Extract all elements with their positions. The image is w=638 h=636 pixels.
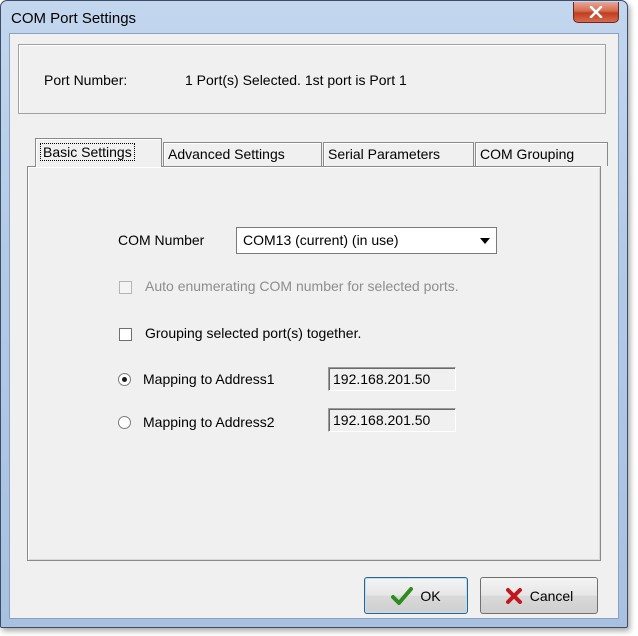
tab-serial-parameters[interactable]: Serial Parameters [323,142,474,166]
grouping-checkbox[interactable] [119,328,132,341]
port-number-label: Port Number: [44,72,128,88]
tab-basic-settings[interactable]: Basic Settings [35,138,162,167]
cancel-button[interactable]: Cancel [480,577,598,614]
port-number-value: 1 Port(s) Selected. 1st port is Port 1 [185,72,407,88]
basic-settings-panel [27,166,601,561]
com-number-label: COM Number [118,232,205,248]
tab-label: COM Grouping [480,146,575,162]
grouping-label: Grouping selected port(s) together. [145,325,362,341]
close-x-icon [589,6,603,18]
tab-advanced-settings[interactable]: Advanced Settings [163,142,322,166]
ok-button[interactable]: OK [364,577,468,614]
auto-enumerate-label: Auto enumerating COM number for selected… [145,278,459,294]
tab-label: Advanced Settings [168,146,285,162]
mapping-address2-label: Mapping to Address2 [143,414,275,430]
auto-enumerate-checkbox[interactable] [119,281,132,294]
tab-com-grouping[interactable]: COM Grouping [475,142,608,166]
close-button[interactable] [573,2,619,23]
mapping-address2-radio[interactable] [118,416,131,429]
radio-selected-dot [122,377,127,382]
cancel-label: Cancel [529,587,574,604]
mapping-address1-label: Mapping to Address1 [143,371,275,387]
chevron-down-icon[interactable] [474,229,495,252]
com-number-select[interactable]: COM13 (current) (in use) [236,227,497,254]
x-icon [505,587,523,605]
window-title: COM Port Settings [11,10,137,27]
mapping-address1-radio[interactable] [118,373,131,386]
ok-label: OK [420,587,441,604]
checkmark-icon [391,586,414,605]
address1-field[interactable]: 192.168.201.50 [328,367,456,391]
port-number-group: Port Number: 1 Port(s) Selected. 1st por… [18,44,606,114]
tab-label: Basic Settings [40,143,135,161]
com-number-value: COM13 (current) (in use) [243,232,399,248]
tab-label: Serial Parameters [328,146,441,162]
address2-field[interactable]: 192.168.201.50 [328,408,456,432]
title-bar[interactable]: COM Port Settings [1,1,627,33]
